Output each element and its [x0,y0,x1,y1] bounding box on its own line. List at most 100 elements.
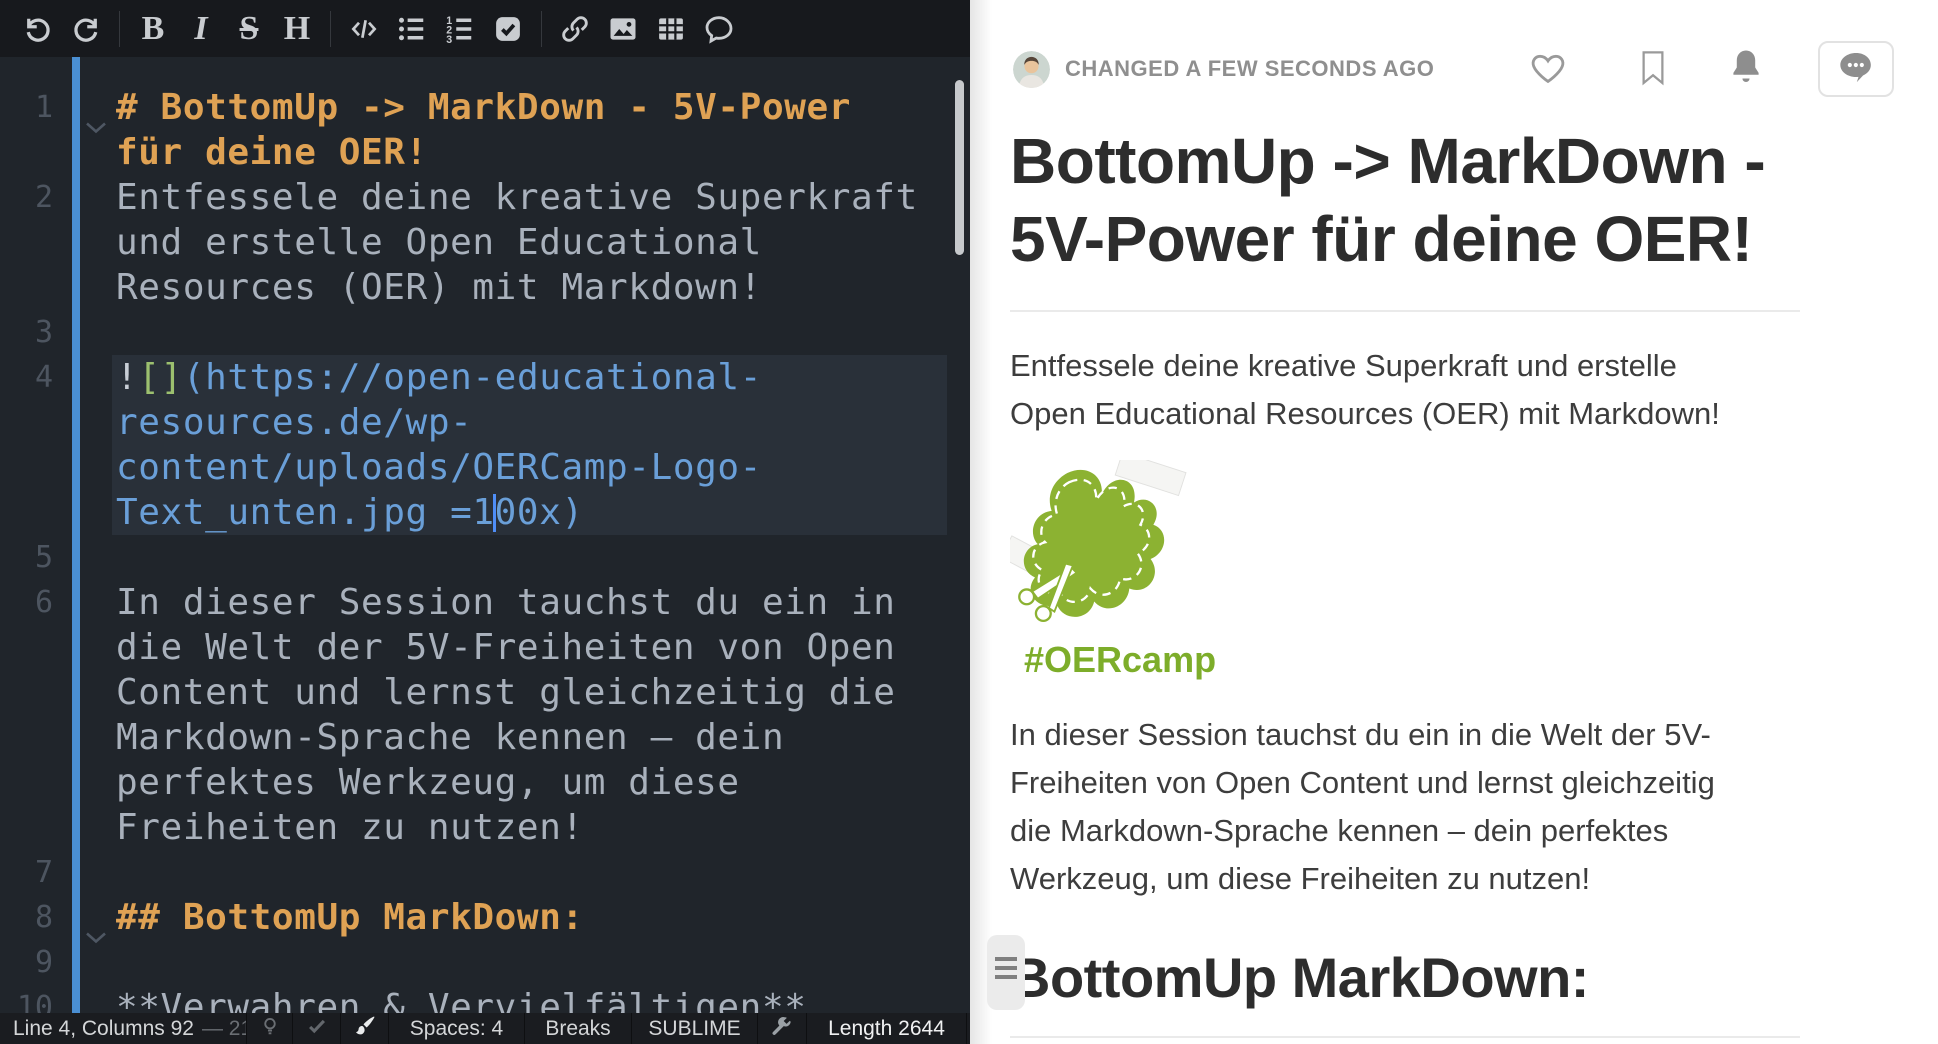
numbered-list-button[interactable]: 123 [436,7,484,51]
session-paragraph: In dieser Session tauchst du ein in die … [1010,711,1820,903]
bookmark-button[interactable] [1638,48,1668,91]
code-row[interactable]: perfektes Werkzeug, um diese [0,760,970,805]
code-row[interactable]: Resources (OER) mit Markdown! [0,265,970,310]
section-divider [1010,1036,1800,1038]
linebreak-setting[interactable]: Breaks [525,1013,632,1044]
preferences-button[interactable] [758,1013,807,1044]
code-segment: resources.de/wp- [116,402,472,443]
table-icon [656,14,686,44]
avatar[interactable] [1013,51,1050,88]
checklist-button[interactable] [484,7,532,51]
preview-header: CHANGED A FEW SECONDS AGO [1013,40,1894,98]
code-row[interactable]: 9 [0,940,970,985]
notifications-button[interactable] [1726,47,1766,92]
code-segment: Freiheiten zu nutzen! [116,807,584,848]
redo-button[interactable] [62,7,110,51]
code-segment: # BottomUp -> MarkDown - 5V-Power [116,87,851,128]
code-row[interactable]: Freiheiten zu nutzen! [0,805,970,850]
comment-icon [703,13,735,45]
toolbar-separator [119,11,120,47]
undo-icon [23,14,53,44]
editor-status-bar: Line 4, Columns 92— 21 Spaces: 4 Breaks … [0,1013,970,1044]
code-row[interactable]: Content und lernst gleichzeitig die [0,670,970,715]
intro-paragraph: Entfessele deine kreative Superkraft und… [1010,342,1820,438]
code-segment: Resources (OER) mit Markdown! [116,267,762,308]
code-segment: ! [116,357,138,398]
heading-icon: H [284,12,310,46]
rendered-document: BottomUp -> MarkDown - 5V-Power für dein… [1010,100,1840,1038]
code-segment: und erstelle Open Educational [116,222,762,263]
italic-button[interactable]: I [177,7,225,51]
code-row[interactable]: 2Entfessele deine kreative Superkraft [0,175,970,220]
numbered-list-icon: 123 [444,14,476,44]
heading-button[interactable]: H [273,7,321,51]
editor-pane: B I S H 123 1# BottomUp -> MarkDown - 5V… [0,0,970,1044]
code-block-button[interactable] [340,7,388,51]
line-number: 8 [0,895,53,940]
code-editor[interactable]: 1# BottomUp -> MarkDown - 5V-Powerfür de… [0,57,970,1013]
line-number: 3 [0,310,53,355]
table-button[interactable] [647,7,695,51]
code-row[interactable]: resources.de/wp- [0,400,970,445]
heart-icon [1528,49,1568,90]
open-comments-button[interactable] [1818,41,1894,97]
bold-button[interactable]: B [129,7,177,51]
code-segment: Markdown-Sprache kennen – dein [116,717,784,758]
selection-count: — 21 [194,1017,247,1041]
section-heading: BottomUp MarkDown: [1010,945,1840,1010]
code-row[interactable]: 3 [0,310,970,355]
image-button[interactable] [599,7,647,51]
toolbar-separator [541,11,542,47]
code-segment: für deine OER! [116,132,428,173]
code-segment: ## BottomUp MarkDown: [116,897,584,938]
app-window: B I S H 123 1# BottomUp -> MarkDown - 5V… [0,0,1938,1044]
code-segment: perfektes Werkzeug, um diese [116,762,740,803]
like-button[interactable] [1528,49,1568,90]
lightbulb-icon [259,1014,281,1044]
link-button[interactable] [551,7,599,51]
code-segment: In dieser Session tauchst du ein in [116,582,896,623]
checklist-icon [493,14,523,44]
comment-button[interactable] [695,7,743,51]
undo-button[interactable] [14,7,62,51]
code-segment: (https://open-educational- [183,357,762,398]
code-row[interactable]: 10 **Verwahren & Vervielfältigen** [0,985,970,1013]
code-row[interactable]: 5 [0,535,970,580]
check-icon [305,1015,329,1043]
last-changed-label: CHANGED A FEW SECONDS AGO [1065,56,1434,82]
strikethrough-button[interactable]: S [225,7,273,51]
link-icon [560,14,590,44]
theme-brush-toggle[interactable] [341,1013,389,1044]
hint-toggle[interactable] [247,1013,293,1044]
code-segment: Content und lernst gleichzeitig die [116,672,896,713]
split-drag-handle[interactable] [987,935,1025,1010]
code-row[interactable]: für deine OER! [0,130,970,175]
code-segment: 00x) [495,492,584,533]
bullet-list-button[interactable] [388,7,436,51]
redo-icon [71,14,101,44]
code-row[interactable]: 6 In dieser Session tauchst du ein in [0,580,970,625]
indent-setting[interactable]: Spaces: 4 [389,1013,525,1044]
code-row[interactable]: 4![](https://open-educational- [0,355,970,400]
strikethrough-icon: S [240,12,259,46]
wrench-icon [771,1015,793,1043]
code-rows: 1# BottomUp -> MarkDown - 5V-Powerfür de… [0,85,970,1013]
keymap-setting[interactable]: SUBLIME [632,1013,758,1044]
line-number: 6 [0,580,53,625]
code-icon [348,14,380,44]
code-row[interactable]: Markdown-Sprache kennen – dein [0,715,970,760]
code-row[interactable]: die Welt der 5V-Freiheiten von Open [0,625,970,670]
code-row[interactable]: und erstelle Open Educational [0,220,970,265]
paintbrush-icon [353,1014,377,1044]
code-segment: Entfessele deine kreative Superkraft [116,177,918,218]
code-segment: **Verwahren & Vervielfältigen** [116,987,807,1013]
spellcheck-toggle[interactable] [293,1013,341,1044]
code-row[interactable]: 7 [0,850,970,895]
line-number: 10 [0,985,53,1013]
code-row[interactable]: 8 ## BottomUp MarkDown: [0,895,970,940]
code-row[interactable]: 1# BottomUp -> MarkDown - 5V-Power [0,85,970,130]
code-row[interactable]: content/uploads/OERCamp-Logo- [0,445,970,490]
editor-scrollbar-thumb[interactable] [955,80,964,255]
code-row[interactable]: Text_unten.jpg =100x) [0,490,970,535]
document-length-status: Length 2644 [807,1013,967,1044]
